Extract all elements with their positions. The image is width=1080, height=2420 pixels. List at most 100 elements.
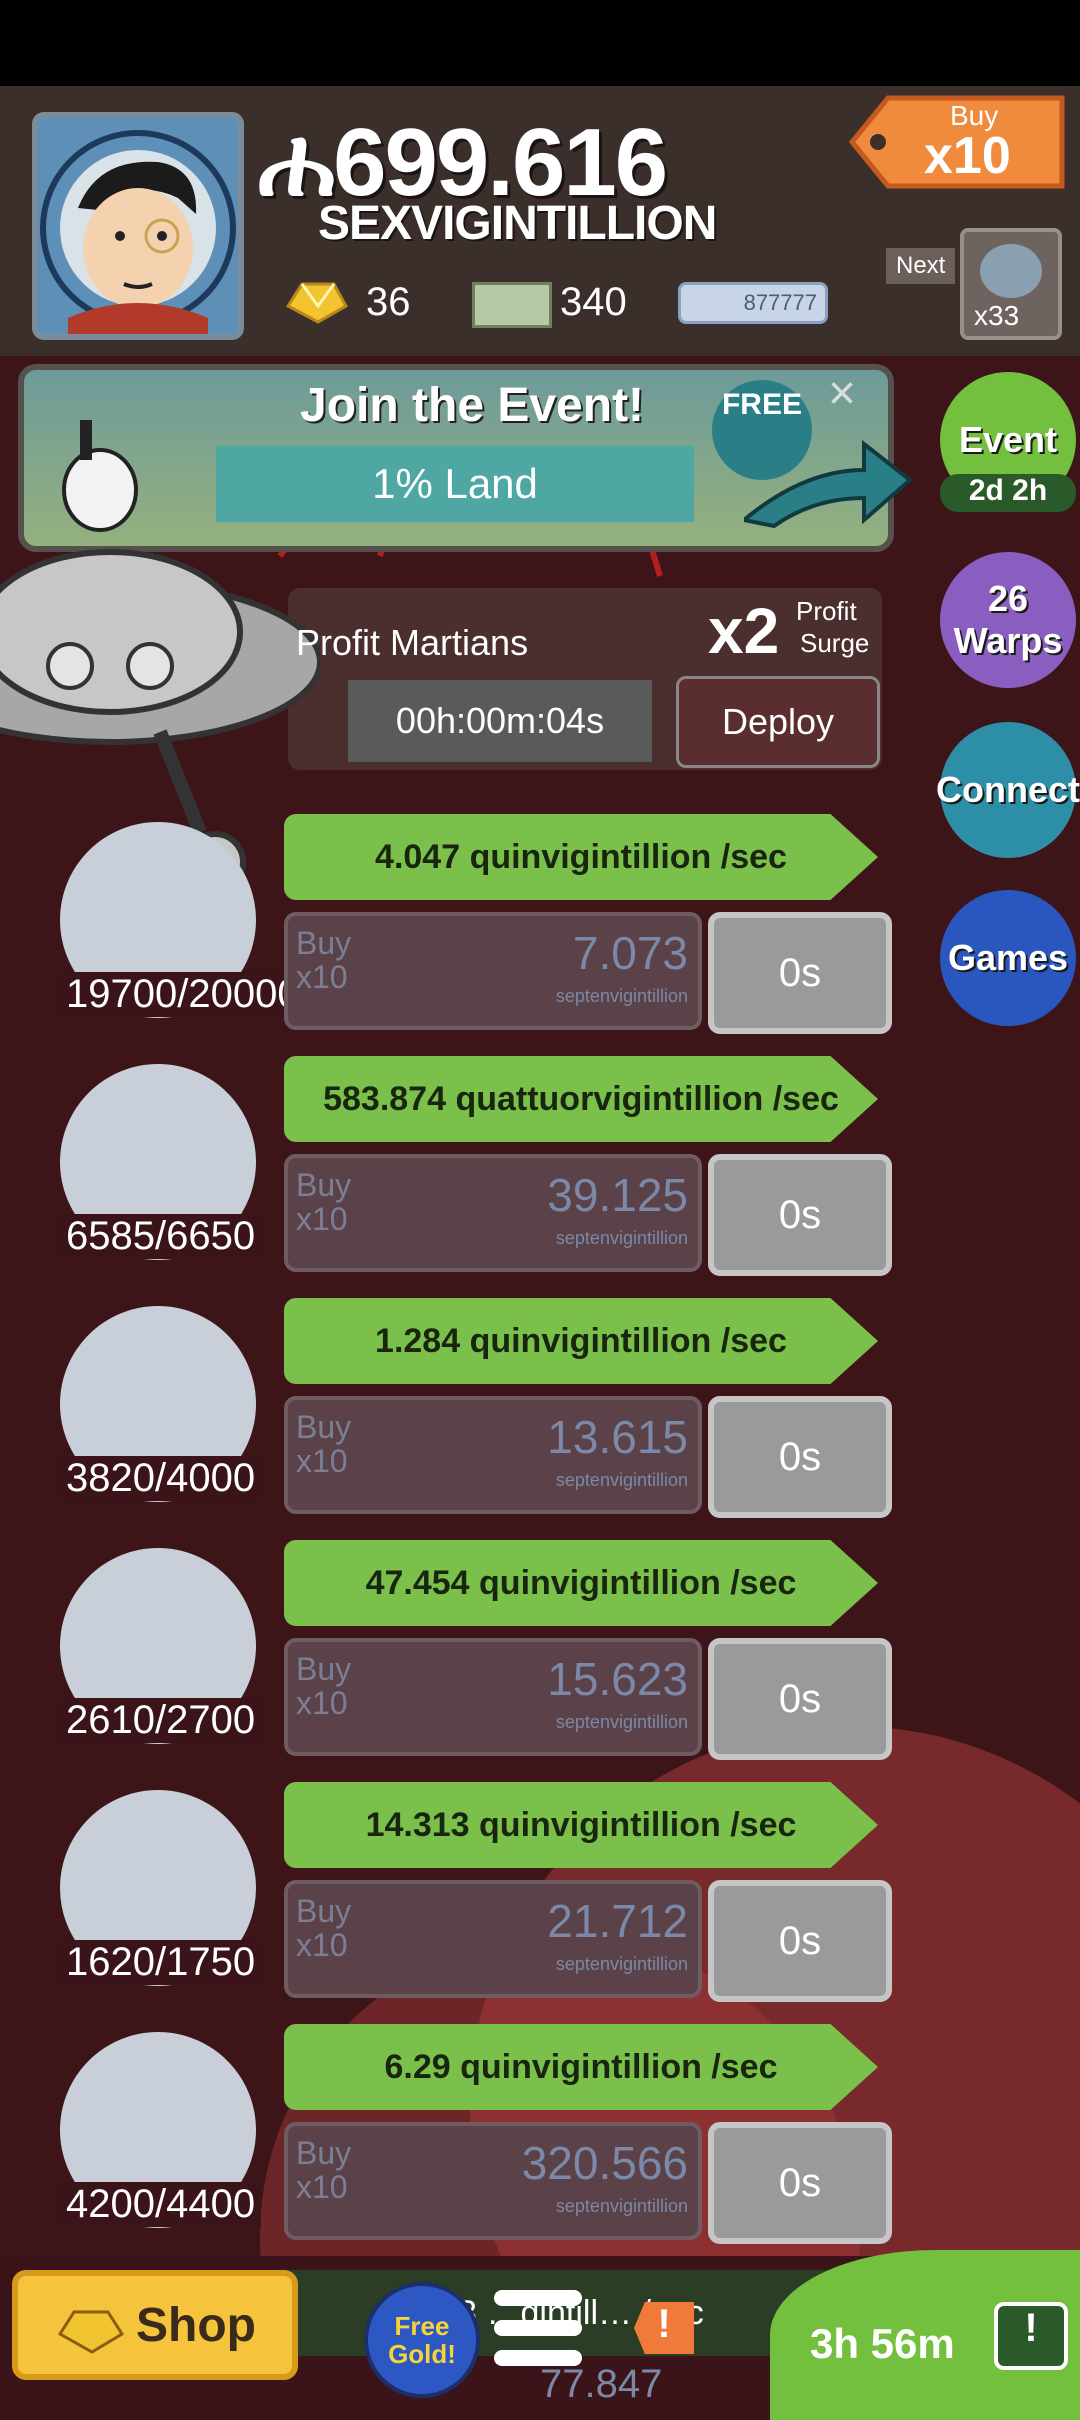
buy-price-unit: septenvigintillion	[555, 986, 688, 1006]
megabucks-icon	[472, 282, 552, 328]
cycle-time: 0s	[778, 1676, 822, 1721]
gold-icon	[280, 276, 350, 331]
cycle-timer[interactable]: 0s	[708, 2122, 892, 2244]
profit-rate: 1.284 quinvigintillion /sec	[375, 1321, 787, 1360]
business-count: 2610/2700	[60, 1698, 262, 1743]
alert-icon[interactable]: !	[634, 2302, 694, 2354]
surge-label-profit: Profit	[796, 596, 857, 626]
surge-label-surge: Surge	[800, 628, 870, 658]
buy-multiplier: x10	[296, 2169, 348, 2205]
surge-title: Profit Martians	[296, 622, 529, 663]
megabucks-count: 340	[560, 280, 627, 324]
event-title: Join the Event!	[300, 379, 645, 432]
cycle-timer[interactable]: 0s	[708, 912, 892, 1034]
buy-price-unit: septenvigintillion	[555, 1470, 688, 1490]
free-gold-label: Free Gold!	[388, 2311, 456, 2369]
profit-rate: 47.454 quinvigintillion /sec	[365, 1563, 797, 1602]
surge-timer: 00h:00m:04s	[348, 680, 652, 762]
connect-button[interactable]: Connect	[936, 722, 1080, 858]
next-count: x33	[974, 300, 1020, 331]
arrow-icon	[739, 430, 914, 535]
profit-bar[interactable]: 47.454 quinvigintillion /sec	[284, 1540, 878, 1626]
buy-price: 320.566	[521, 2137, 688, 2189]
profit-bar[interactable]: 6.29 quinvigintillion /sec	[284, 2024, 878, 2110]
business-count: 3820/4000	[60, 1456, 262, 1501]
buy-label: Buy	[296, 925, 352, 961]
buy-multiplier: x10	[296, 1685, 348, 1721]
status-bar	[0, 0, 1080, 86]
business-count: 4200/4400	[60, 2182, 262, 2227]
games-label: Games	[947, 937, 1069, 978]
buy-label: Buy	[296, 1893, 352, 1929]
cycle-time: 0s	[778, 1434, 822, 1479]
buy-price: 13.615	[547, 1411, 688, 1463]
buy-multiplier: x10	[296, 1443, 348, 1479]
buy-multiplier: x10	[296, 1201, 348, 1237]
cycle-time: 0s	[778, 1192, 822, 1237]
business-count: 19700/20000	[60, 972, 306, 1017]
event-time: 2d 2h	[940, 474, 1076, 512]
menu-icon[interactable]	[490, 2286, 586, 2377]
profit-bar[interactable]: 14.313 quinvigintillion /sec	[284, 1782, 878, 1868]
buy-button[interactable]: Buy x10 15.623 septenvigintillion	[284, 1638, 702, 1756]
event-label: Event	[958, 419, 1058, 460]
buy-price: 7.073	[572, 927, 688, 979]
free-gold-button[interactable]: Free Gold!	[364, 2282, 480, 2398]
buy-label: Buy	[296, 2135, 352, 2171]
shop-button[interactable]: Shop	[12, 2270, 298, 2380]
gold-count: 36	[366, 280, 411, 324]
cycle-timer[interactable]: 0s	[708, 1154, 892, 1276]
buy-button[interactable]: Buy x10 320.566 septenvigintillion	[284, 2122, 702, 2240]
buy-label: Buy	[296, 1651, 352, 1687]
profit-rate: 6.29 quinvigintillion /sec	[384, 2047, 778, 2086]
event-progress-label: 1% Land	[216, 446, 694, 522]
buy-label: Buy	[296, 1167, 352, 1203]
red-rocks-icon	[980, 244, 1042, 298]
profit-rate: 14.313 quinvigintillion /sec	[365, 1805, 797, 1844]
bottom-timer: 3h 56m	[810, 2320, 955, 2367]
business-count: 1620/1750	[60, 1940, 262, 1985]
profit-bar[interactable]: 583.874 quattuorvigintillion /sec	[284, 1056, 878, 1142]
profit-bar[interactable]: 1.284 quinvigintillion /sec	[284, 1298, 878, 1384]
next-unlock[interactable]: x33	[960, 228, 1062, 340]
buy-price-unit: septenvigintillion	[555, 2196, 688, 2216]
buy-button[interactable]: Buy x10 13.615 septenvigintillion	[284, 1396, 702, 1514]
surge-multiplier: x2	[708, 595, 780, 667]
deploy-button[interactable]: Deploy	[676, 676, 880, 768]
cycle-time: 0s	[778, 950, 822, 995]
business-count: 6585/6650	[60, 1214, 262, 1259]
profit-rate: 4.047 quinvigintillion /sec	[375, 837, 787, 876]
buy-mode-value: x10	[924, 127, 1011, 185]
profit-rate: 583.874 quattuorvigintillion /sec	[323, 1079, 839, 1118]
cycle-timer[interactable]: 0s	[708, 1638, 892, 1760]
buy-button[interactable]: Buy x10 21.712 septenvigintillion	[284, 1880, 702, 1998]
profit-bar[interactable]: 4.047 quinvigintillion /sec	[284, 814, 878, 900]
cycle-time: 0s	[778, 1918, 822, 1963]
gold-icon	[54, 2304, 126, 2368]
player-avatar[interactable]	[32, 112, 244, 340]
buy-label: Buy	[296, 1409, 352, 1445]
buy-button[interactable]: Buy x10 7.073 septenvigintillion	[284, 912, 702, 1030]
cycle-time: 0s	[778, 2160, 822, 2205]
connect-label: Connect	[936, 769, 1080, 810]
buy-mode-button[interactable]: Buy x10	[848, 92, 1068, 192]
free-label: FREE	[721, 388, 802, 421]
buy-price: 21.712	[547, 1895, 688, 1947]
cycle-timer[interactable]: 0s	[708, 1880, 892, 2002]
buy-price: 15.623	[547, 1653, 688, 1705]
warps-button[interactable]: 26 Warps	[940, 552, 1076, 688]
tv-alert-icon[interactable]: !	[994, 2302, 1068, 2370]
buy-price: 39.125	[547, 1169, 688, 1221]
cycle-timer[interactable]: 0s	[708, 1396, 892, 1518]
money-unit: SEXVIGINTILLION	[318, 197, 717, 250]
buy-multiplier: x10	[296, 959, 348, 995]
event-character-icon	[40, 410, 160, 538]
warps-label: Warps	[953, 620, 1063, 661]
games-button[interactable]: Games	[940, 890, 1076, 1026]
buy-button[interactable]: Buy x10 39.125 septenvigintillion	[284, 1154, 702, 1272]
buy-multiplier: x10	[296, 1927, 348, 1963]
next-label: Next	[886, 248, 956, 284]
megaticket-value: 877777	[743, 290, 817, 315]
megaticket[interactable]: 877777	[678, 282, 828, 324]
close-icon[interactable]: ×	[828, 366, 856, 421]
